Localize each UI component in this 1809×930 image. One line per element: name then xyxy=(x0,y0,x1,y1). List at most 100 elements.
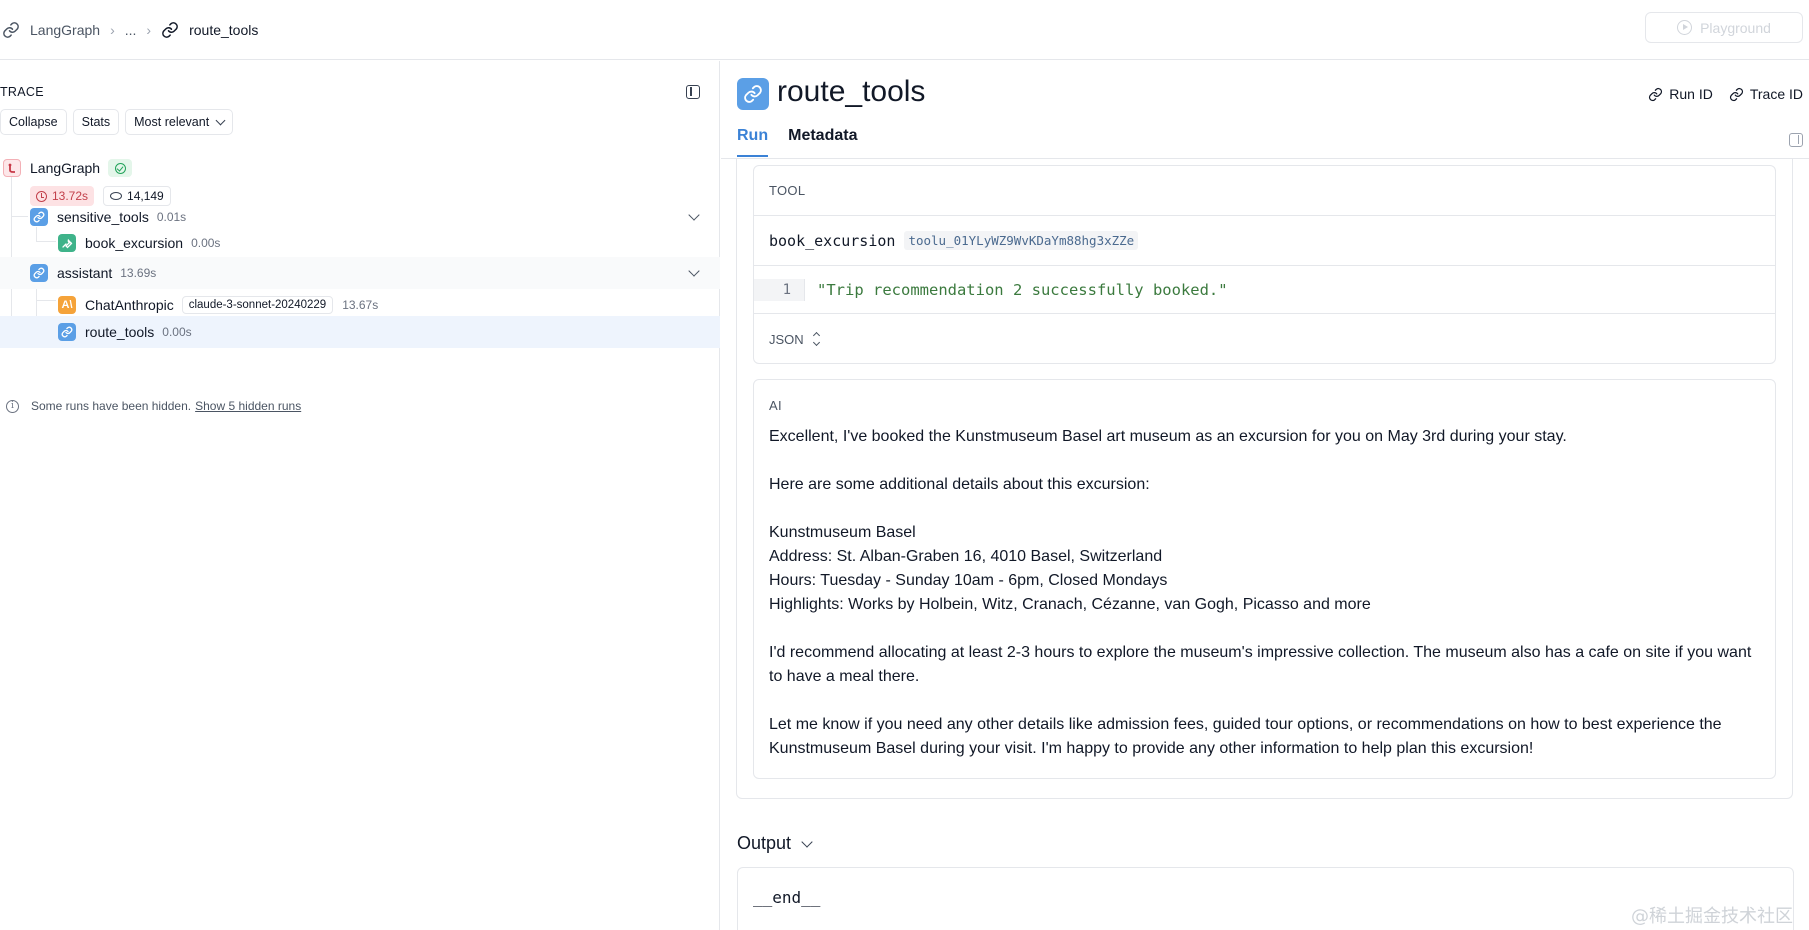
ai-detail-line: Address: St. Alban-Graben 16, 4010 Basel… xyxy=(769,548,1163,565)
breadcrumb-separator: › xyxy=(110,21,115,38)
trace-node-route-tools[interactable]: route_tools 0.00s xyxy=(0,316,720,348)
line-number: 1 xyxy=(754,278,805,301)
run-detail-panel: route_tools Run ID Trace ID Run Metadata… xyxy=(721,61,1809,930)
node-name: sensitive_tools xyxy=(57,209,149,225)
run-id-label: Run ID xyxy=(1669,86,1713,102)
trace-node-assistant[interactable]: assistant 13.69s xyxy=(0,257,720,289)
chevron-down-icon[interactable] xyxy=(688,209,700,221)
ai-paragraph: Excellent, I've booked the Kunstmuseum B… xyxy=(769,428,1567,445)
ai-message-text: Excellent, I've booked the Kunstmuseum B… xyxy=(769,425,1769,761)
wrench-icon xyxy=(58,234,76,252)
info-icon: i xyxy=(6,399,19,413)
ai-paragraph: Let me know if you need any other detail… xyxy=(769,716,1722,757)
tool-call-id[interactable]: toolu_01YLyWZ9WvKDaYm88hg3xZZe xyxy=(904,231,1139,250)
ai-message-card: AI Excellent, I've booked the Kunstmuseu… xyxy=(753,379,1776,779)
trace-title: TRACE xyxy=(0,85,44,99)
node-time: 0.00s xyxy=(162,325,192,339)
run-id-button[interactable]: Run ID xyxy=(1648,86,1713,102)
trace-root-name: LangGraph xyxy=(30,160,101,176)
messages-frame: TOOL book_excursion toolu_01YLyWZ9WvKDaY… xyxy=(736,159,1793,799)
check-circle-icon xyxy=(114,162,126,174)
hidden-runs-text: Some runs have been hidden. xyxy=(31,399,192,413)
link-icon xyxy=(1729,87,1743,101)
chevron-down-icon xyxy=(801,835,813,848)
sort-select[interactable]: Most relevant xyxy=(125,109,234,135)
tool-name: book_excursion xyxy=(769,231,896,250)
trace-node-book-excursion[interactable]: book_excursion 0.00s xyxy=(0,227,720,259)
playground-label: Playground xyxy=(1700,19,1771,36)
trace-panel: TRACE Collapse Stats Most relevant LangG… xyxy=(0,61,720,930)
toggle-sidebar-icon[interactable] xyxy=(1789,133,1803,147)
tool-call-row: book_excursion toolu_01YLyWZ9WvKDaYm88hg… xyxy=(754,216,1775,265)
watermark: @稀土掘金技术社区 xyxy=(1631,906,1793,927)
coins-icon xyxy=(110,192,123,200)
top-bar: LangGraph › ... › route_tools Playground xyxy=(0,0,1809,60)
collapse-label: Collapse xyxy=(9,115,58,129)
tab-run[interactable]: Run xyxy=(737,127,769,157)
ai-detail-line: Highlights: Works by Holbein, Witz, Cran… xyxy=(769,596,1371,613)
langgraph-icon xyxy=(3,159,21,177)
hidden-runs-note: i Some runs have been hidden. Show 5 hid… xyxy=(6,399,301,413)
ai-card-header: AI xyxy=(754,395,1775,415)
ai-detail-line: Hours: Tuesday - Sunday 10am - 6pm, Clos… xyxy=(769,572,1168,589)
anthropic-icon: A\ xyxy=(58,296,76,314)
tool-card-header: TOOL xyxy=(754,166,1775,216)
show-hidden-runs-link[interactable]: Show 5 hidden runs xyxy=(195,399,301,413)
id-links: Run ID Trace ID xyxy=(1648,86,1803,102)
breadcrumb: LangGraph › ... › route_tools xyxy=(0,21,258,39)
collapse-button[interactable]: Collapse xyxy=(0,109,67,135)
link-icon xyxy=(737,78,769,110)
node-time: 0.00s xyxy=(191,236,221,250)
run-title: route_tools xyxy=(777,75,926,108)
playground-button[interactable]: Playground xyxy=(1645,12,1803,43)
node-name: assistant xyxy=(57,265,113,281)
node-name: book_excursion xyxy=(85,235,184,251)
chevron-down-icon xyxy=(215,115,226,125)
node-time: 13.67s xyxy=(342,298,379,312)
model-tag: claude-3-sonnet-20240229 xyxy=(181,296,334,314)
breadcrumb-current: route_tools xyxy=(189,21,259,38)
chevron-down-icon[interactable] xyxy=(688,265,700,277)
ai-paragraph: I'd recommend allocating at least 2-3 ho… xyxy=(769,644,1752,685)
collapse-panel-icon[interactable] xyxy=(686,85,700,99)
format-select[interactable]: JSON xyxy=(769,331,820,347)
link-icon xyxy=(2,21,20,39)
ai-detail-line: Kunstmuseum Basel xyxy=(769,524,916,541)
chevron-up-down-icon xyxy=(812,331,820,347)
tool-output-code[interactable]: 1 "Trip recommendation 2 successfully bo… xyxy=(754,265,1775,314)
trace-controls: Collapse Stats Most relevant xyxy=(0,109,234,135)
breadcrumb-separator: › xyxy=(146,21,152,38)
link-icon xyxy=(1649,87,1663,101)
output-section-toggle[interactable]: Output xyxy=(737,833,813,854)
format-label: JSON xyxy=(769,331,804,347)
output-label: Output xyxy=(737,833,792,853)
format-row: JSON xyxy=(754,314,1775,364)
clock-icon xyxy=(36,190,47,202)
trace-id-button[interactable]: Trace ID xyxy=(1729,86,1803,102)
tool-output-text: "Trip recommendation 2 successfully book… xyxy=(817,280,1228,299)
stats-button[interactable]: Stats xyxy=(72,109,120,135)
ai-paragraph: Here are some additional details about t… xyxy=(769,476,1150,493)
link-icon xyxy=(58,323,76,341)
tool-message-card: TOOL book_excursion toolu_01YLyWZ9WvKDaY… xyxy=(753,165,1776,364)
trace-root-row[interactable]: LangGraph xyxy=(0,157,720,179)
node-time: 13.69s xyxy=(120,266,157,280)
breadcrumb-root[interactable]: LangGraph xyxy=(30,22,100,38)
link-icon xyxy=(30,208,48,226)
run-tabs: Run Metadata xyxy=(737,127,857,157)
node-name: route_tools xyxy=(85,324,155,340)
success-badge xyxy=(108,159,133,177)
node-name: ChatAnthropic xyxy=(85,297,174,313)
tool-role-label: TOOL xyxy=(769,183,806,198)
breadcrumb-ellipsis[interactable]: ... xyxy=(125,22,137,38)
node-time: 0.01s xyxy=(156,210,187,224)
link-icon xyxy=(161,21,179,39)
play-icon xyxy=(1677,20,1693,35)
stats-label: Stats xyxy=(81,115,111,129)
tab-metadata[interactable]: Metadata xyxy=(788,127,857,157)
ai-role-label: AI xyxy=(769,397,782,413)
trace-id-label: Trace ID xyxy=(1749,86,1803,102)
sort-label: Most relevant xyxy=(134,115,210,129)
link-icon xyxy=(30,264,48,282)
output-value: __end__ xyxy=(753,888,821,907)
